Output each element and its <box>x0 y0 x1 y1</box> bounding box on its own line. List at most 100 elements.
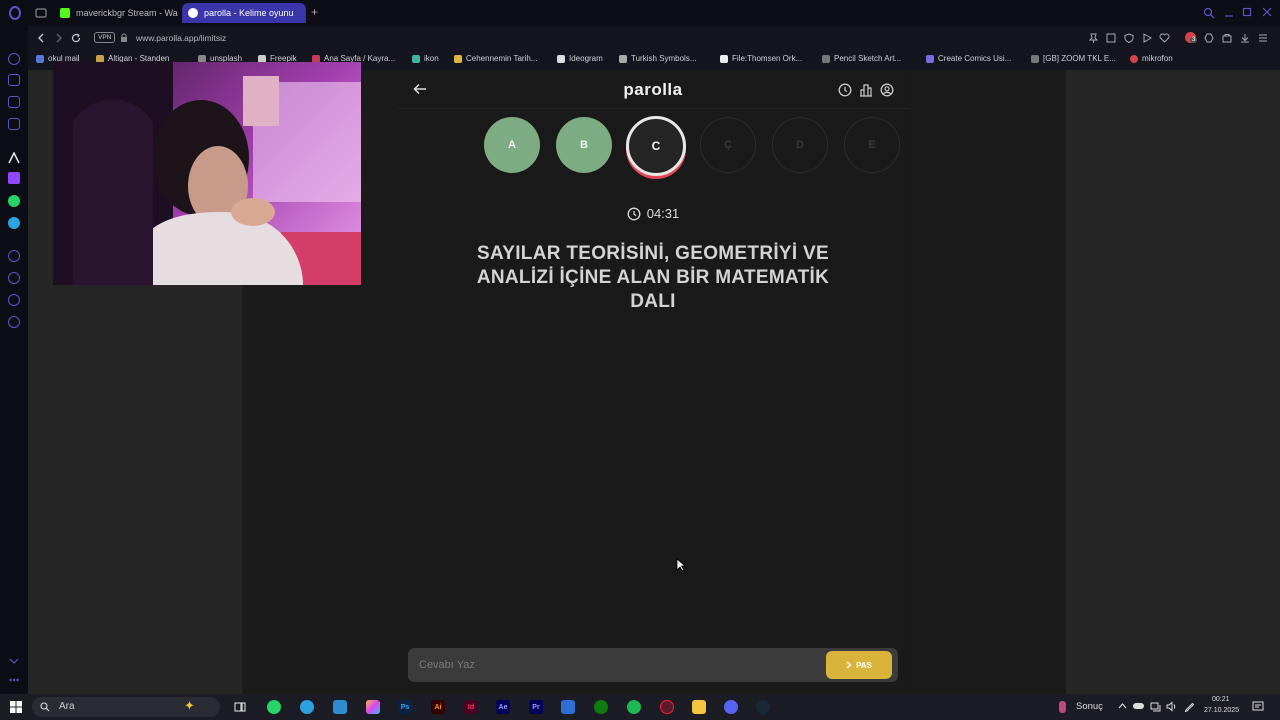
opera-app-icon[interactable] <box>660 700 674 714</box>
extensions-icon[interactable] <box>1204 33 1214 43</box>
remote-desktop-app-icon[interactable] <box>333 700 347 714</box>
taskbar-search-placeholder: Ara <box>59 701 75 712</box>
snapshot-icon[interactable] <box>1106 33 1116 43</box>
discord-app-icon[interactable] <box>724 700 738 714</box>
minimize-icon[interactable] <box>1224 7 1234 19</box>
url-field[interactable]: www.parolla.app/limitsiz <box>136 33 226 43</box>
indesign-app-icon[interactable]: Id <box>464 700 478 714</box>
steam-app-icon[interactable] <box>756 700 770 714</box>
letter-b-label: B <box>580 139 588 151</box>
search-tabs-icon[interactable] <box>1203 7 1215 19</box>
photoshop-app-icon[interactable]: Ps <box>398 700 412 714</box>
music-icon[interactable] <box>8 250 20 262</box>
heart-icon[interactable] <box>1159 33 1170 43</box>
twitch-icon[interactable] <box>8 172 20 184</box>
mastodon-icon[interactable] <box>8 118 20 130</box>
info-icon[interactable] <box>838 83 852 97</box>
letter-e-label: E <box>868 139 876 151</box>
bookmark-item[interactable]: Pencil Sketch Art... <box>822 54 901 63</box>
bookmark-item[interactable]: Turkish Symbols... <box>619 54 697 63</box>
xbox-app-icon[interactable] <box>594 700 608 714</box>
whatsapp-app-icon[interactable] <box>267 700 281 714</box>
download-icon[interactable] <box>1240 33 1250 43</box>
new-tab-button[interactable]: + <box>311 5 318 19</box>
file-explorer-app-icon[interactable] <box>692 700 706 714</box>
illustrator-app-icon[interactable]: Ai <box>431 700 445 714</box>
bookmark-item[interactable]: mikrofon <box>1130 54 1173 63</box>
network-icon[interactable] <box>1150 701 1161 712</box>
forward-icon[interactable] <box>54 33 64 43</box>
bookmark-icon <box>1031 54 1039 63</box>
after-effects-app-icon[interactable]: Ae <box>496 700 510 714</box>
letter-a-label: A <box>508 139 516 151</box>
letter-d-label: D <box>796 139 804 151</box>
opera-logo-icon[interactable] <box>8 6 22 20</box>
vpn-badge[interactable]: VPN <box>94 32 116 43</box>
clock-icon <box>627 207 641 220</box>
bookmark-item[interactable]: Create Comics Usi... <box>926 54 1011 63</box>
tab-stream[interactable]: maverickbgr Stream - Wa <box>54 3 178 23</box>
close-icon[interactable] <box>1262 7 1272 17</box>
bookmark-label: mikrofon <box>1142 54 1173 63</box>
extension-badge: 3 <box>1190 37 1198 43</box>
tab-manager-icon[interactable] <box>35 8 47 18</box>
bookmark-icon <box>926 54 934 63</box>
taskbar: Ara ✦ Ps Ai Id Ae Pr Sonuç 00:21 27.10.2… <box>0 694 1280 720</box>
bookmark-icon <box>1130 54 1138 63</box>
aria-icon[interactable] <box>8 53 20 65</box>
history-icon[interactable] <box>8 272 20 284</box>
answer-input[interactable] <box>408 648 808 682</box>
letter-circle-a: A <box>484 117 540 173</box>
spotify-app-icon[interactable] <box>627 700 641 714</box>
tab-parolla[interactable]: parolla - Kelime oyunu <box>182 3 306 23</box>
bookmark-item[interactable]: ikon <box>412 54 439 63</box>
sidebar-more-icon[interactable] <box>9 658 19 664</box>
sidebar-options-icon[interactable] <box>9 678 19 682</box>
workspaces-icon[interactable] <box>8 74 20 86</box>
bookmark-item[interactable]: Ideogram <box>557 54 603 63</box>
menu-icon[interactable] <box>1258 33 1268 43</box>
wallet-icon[interactable] <box>1222 33 1232 43</box>
onedrive-icon[interactable] <box>1133 703 1144 709</box>
weather-label[interactable]: Sonuç <box>1076 701 1103 712</box>
whatsapp-icon[interactable] <box>8 195 20 207</box>
telegram-icon[interactable] <box>8 217 20 229</box>
letter-circle-b: B <box>556 117 612 173</box>
store-app-icon[interactable] <box>561 700 575 714</box>
clock-time[interactable]: 00:21 <box>1212 696 1230 703</box>
player-icon[interactable] <box>8 152 20 164</box>
pen-icon[interactable] <box>1184 701 1195 712</box>
bookmark-icon <box>36 54 44 63</box>
task-view-icon[interactable] <box>234 701 246 713</box>
taskbar-search[interactable]: Ara ✦ <box>32 697 220 717</box>
premiere-app-icon[interactable]: Pr <box>529 700 543 714</box>
profile-icon[interactable] <box>880 83 894 97</box>
pin-icon[interactable] <box>1089 33 1098 43</box>
play-icon[interactable] <box>1142 33 1152 43</box>
bookmarks-icon[interactable] <box>8 294 20 306</box>
telegram-app-icon[interactable] <box>300 700 314 714</box>
game-header: parolla <box>398 70 908 109</box>
reload-icon[interactable] <box>71 33 81 43</box>
bookmark-icon <box>720 54 728 63</box>
bookmark-label: File:Thomsen Ork... <box>732 54 803 63</box>
settings-icon[interactable] <box>8 316 20 328</box>
stats-icon[interactable] <box>859 83 873 97</box>
photos-app-icon[interactable] <box>366 700 380 714</box>
notifications-icon[interactable] <box>1252 701 1264 712</box>
messenger-icon[interactable] <box>8 96 20 108</box>
start-icon[interactable] <box>10 701 22 713</box>
letter-c-cedilla-label: Ç <box>724 139 732 151</box>
back-icon[interactable] <box>36 33 46 43</box>
tray-chevron-up-icon[interactable] <box>1118 703 1127 709</box>
shield-icon[interactable] <box>1124 33 1134 43</box>
volume-icon[interactable] <box>1166 701 1177 712</box>
bookmark-item[interactable]: [GB] ZOOM TKL E... <box>1031 54 1116 63</box>
answer-bar: PAS <box>408 648 898 682</box>
bookmark-item[interactable]: File:Thomsen Ork... <box>720 54 802 63</box>
bookmark-item[interactable]: Cehennemin Tarih... <box>454 54 537 63</box>
maximize-icon[interactable] <box>1242 7 1252 17</box>
pass-button[interactable]: PAS <box>826 651 892 679</box>
bookmark-label: ikon <box>424 54 439 63</box>
clock-date[interactable]: 27.10.2025 <box>1204 707 1239 714</box>
